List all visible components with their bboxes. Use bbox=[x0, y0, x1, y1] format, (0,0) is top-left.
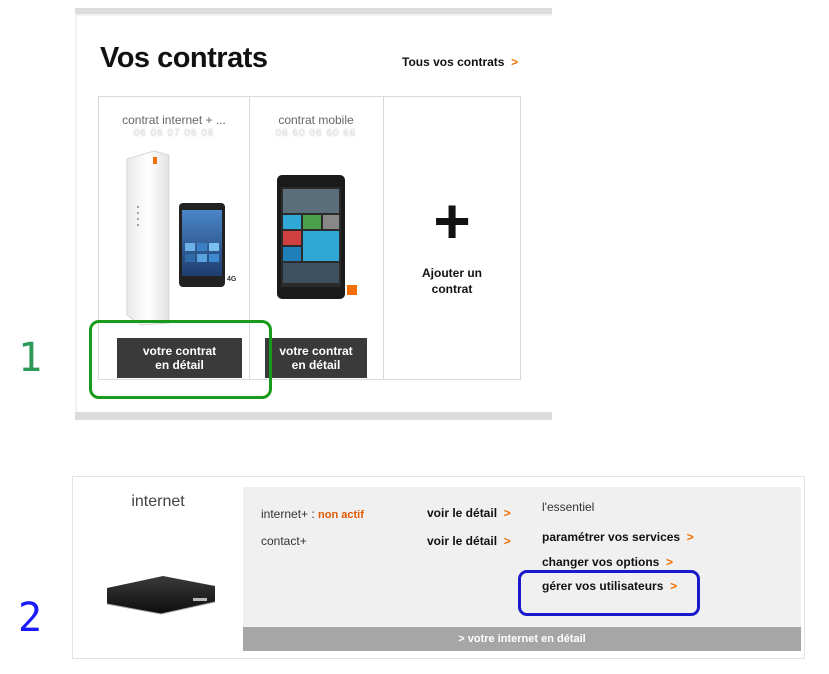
all-contracts-label: Tous vos contrats bbox=[402, 55, 505, 69]
service-contact-plus: contact+ bbox=[261, 534, 307, 548]
status-badge: non actif bbox=[318, 509, 364, 521]
add-line2: contrat bbox=[431, 282, 473, 296]
livebox-phone-image: 4G bbox=[126, 150, 237, 326]
essentiel-header: l'essentiel bbox=[542, 500, 595, 514]
highlight-box-blue bbox=[518, 570, 700, 616]
service-internet-plus: internet+ : non actif bbox=[261, 507, 364, 521]
all-contracts-link[interactable]: Tous vos contrats > bbox=[402, 55, 518, 69]
panel-bottom-bar bbox=[75, 412, 552, 420]
step-number-1: 1 bbox=[18, 335, 43, 381]
service-label: internet+ : bbox=[261, 507, 319, 521]
add-line1: Ajouter un bbox=[422, 266, 482, 280]
chevron-right-icon: > bbox=[511, 55, 519, 69]
card-number: 06 06 07 06 06 bbox=[133, 128, 215, 139]
contract-detail-button[interactable]: votre contrat en détail bbox=[265, 338, 367, 378]
view-detail-link-contact-plus[interactable]: voir le détail > bbox=[427, 534, 511, 548]
plus-icon: + bbox=[433, 185, 471, 257]
chevron-right-icon: > bbox=[503, 534, 511, 548]
card-number: 06 60 06 60 66 bbox=[275, 128, 357, 139]
add-contract-label: Ajouter un contrat bbox=[384, 265, 520, 297]
option-configure-services[interactable]: paramétrer vos services > bbox=[542, 530, 694, 544]
internet-panel: internet internet+ : non actif voir le d… bbox=[72, 476, 805, 659]
mobile-phone-image bbox=[277, 175, 357, 299]
view-detail-label: voir le détail bbox=[427, 534, 498, 548]
button-label: votre contrat en détail bbox=[279, 344, 352, 372]
card-title: contrat mobile bbox=[278, 113, 354, 127]
button-line1: votre contrat bbox=[279, 344, 353, 358]
view-detail-link-internet-plus[interactable]: voir le détail > bbox=[427, 506, 511, 520]
add-contract-card[interactable]: + Ajouter un contrat bbox=[384, 97, 520, 379]
chevron-right-icon: > bbox=[686, 530, 694, 544]
panel-top-bar bbox=[75, 8, 552, 14]
livebox-image bbox=[106, 576, 216, 615]
button-line2: en détail bbox=[291, 358, 341, 372]
contracts-title: Vos contrats bbox=[100, 42, 268, 74]
internet-detail-bar[interactable]: > votre internet en détail bbox=[243, 627, 801, 651]
chevron-right-icon: > bbox=[666, 555, 674, 569]
option-label: changer vos options bbox=[542, 555, 660, 569]
step-number-2: 2 bbox=[18, 595, 43, 641]
card-title: contrat internet + ... bbox=[122, 113, 226, 127]
option-change-options[interactable]: changer vos options > bbox=[542, 555, 673, 569]
badge-4g: 4G bbox=[227, 276, 237, 283]
internet-title: internet bbox=[131, 493, 185, 510]
view-detail-label: voir le détail bbox=[427, 506, 498, 520]
chevron-right-icon: > bbox=[503, 506, 511, 520]
highlight-box-green bbox=[89, 320, 272, 399]
option-label: paramétrer vos services bbox=[542, 530, 681, 544]
